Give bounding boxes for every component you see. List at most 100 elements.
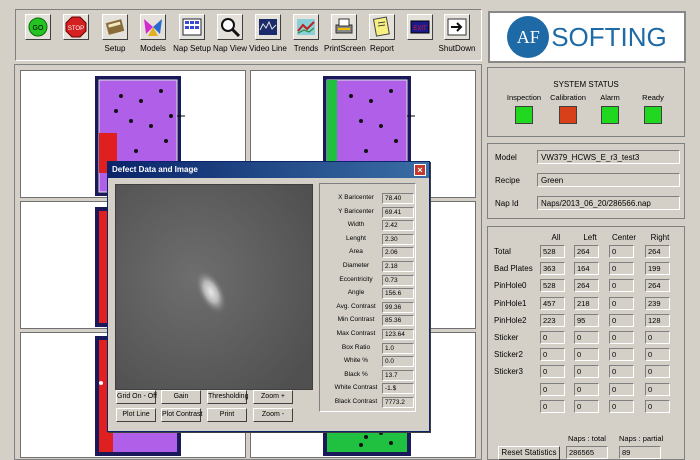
gain-button[interactable]: Gain [161,390,201,404]
column-header-left: Left [583,233,597,242]
naps-partial-field: 89 [619,446,661,459]
stats-row-label: Bad Plates [494,264,533,274]
stats-cell: 0 [574,331,599,344]
stats-cell: 0 [645,348,670,362]
measurement-value: 0.73 [382,274,414,286]
stats-cell: 0 [609,279,634,293]
grid-toggle-button[interactable]: Grid On - Off [116,390,157,404]
models-button[interactable]: Models [133,14,173,53]
stats-cell: 0 [540,365,565,379]
video-line-icon [255,14,281,40]
naps-total-label: Naps : total [568,434,606,443]
report-button[interactable]: Report [362,14,402,53]
video-line-button[interactable]: Video Line [248,14,288,53]
go-button[interactable]: GO [18,14,58,40]
svg-text:EXIT: EXIT [413,26,427,32]
dialog-title: Defect Data and Image [108,162,429,178]
stats-cell: 0 [609,262,634,276]
stats-cell: 457 [540,296,565,310]
nap-setup-label: Nap Setup [173,44,211,53]
recipe-field: Green [537,173,680,187]
measurement-label: Area [349,248,363,256]
measurement-value: 69.41 [382,206,414,218]
zoom-out-button[interactable]: Zoom - [253,408,293,422]
system-status-panel: SYSTEM STATUS Inspection Calibration Ala… [487,67,685,137]
shutdown-button[interactable]: ShutDown [437,14,477,53]
stats-cell: 223 [540,313,565,327]
stop-button[interactable]: STOP [56,14,96,40]
svg-text:GO: GO [33,25,44,32]
measurement-label: Black Contrast [334,398,378,405]
measurement-label: Box Ratio [341,343,371,351]
measurement-label: Lenght [346,234,366,242]
trends-label: Trends [293,44,319,53]
naps-total-field: 286565 [566,446,608,459]
print-button[interactable]: Print [207,408,247,422]
measurement-value: 0.0 [382,356,414,368]
stats-cell: 0 [540,348,565,362]
measurement-label: Eccentricity [339,275,373,283]
thresholding-button[interactable]: Thresholding [207,390,248,404]
stats-cell: 0 [609,348,634,362]
alarm-indicator [601,106,619,124]
plot-contrast-button[interactable]: Plot Contrast [161,408,202,422]
printscreen-button[interactable]: PrintScreen [324,14,366,53]
stats-cell: 0 [540,399,565,413]
measurement-value: 2.42 [382,220,414,232]
report-label: Report [369,44,394,53]
nap-view-label: Nap View [212,44,248,53]
logo-word: SOFTING [551,21,667,52]
measurement-value: 7773.2 [382,397,414,408]
stats-cell: 0 [609,245,634,258]
shutdown-label: ShutDown [438,44,476,53]
setup-button[interactable]: Setup [95,14,135,53]
inspection-indicator [515,106,533,124]
measurement-value: 85.36 [382,315,414,327]
stats-cell: 0 [609,313,634,327]
exit-button[interactable]: EXIT [400,14,440,40]
stats-row-label: Sticker2 [494,350,523,360]
plot-line-button[interactable]: Plot Line [116,408,156,422]
stats-cell: 0 [574,348,599,362]
stats-cell: 199 [645,262,670,276]
zoom-in-button[interactable]: Zoom + [253,390,293,404]
stats-cell: 264 [645,245,670,258]
stats-cell: 0 [609,296,634,310]
stats-cell: 0 [609,399,634,413]
measurement-label: X Baricenter [338,194,374,201]
measurement-label: Width [347,221,365,229]
napid-label: Nap Id [495,199,519,208]
measurement-label: Diameter [342,262,370,269]
stats-cell: 0 [645,331,670,344]
measurement-label: White Contrast [334,384,378,392]
ready-indicator [644,106,662,124]
models-label: Models [140,44,166,53]
napid-field: Naps/2013_06_20/286566.nap [537,196,680,210]
reset-statistics-button[interactable]: Reset Statistics [498,446,560,460]
measurement-value: 2.18 [382,261,414,272]
printscreen-icon [331,14,357,40]
stats-cell: 0 [645,399,670,413]
stats-row-label: Sticker [494,333,519,342]
nap-setup-button[interactable]: Nap Setup [172,14,212,53]
nap-setup-icon [179,14,205,40]
measurement-value: 123.64 [382,329,414,340]
inspection-label: Inspection [506,93,542,102]
stats-cell: 164 [574,262,599,276]
ready-label: Ready [642,93,664,102]
stats-row-label: PinHole0 [494,281,527,291]
measurement-value: -1.$ [382,383,414,395]
nap-view-button[interactable]: Nap View [210,14,250,53]
stats-cell: 0 [540,382,565,396]
stats-cell: 0 [574,365,599,379]
go-icon: GO [25,14,51,40]
measurement-value: 156.6 [382,288,414,300]
stats-row-label: Total [494,247,511,256]
column-header-center: Center [611,233,636,242]
close-icon[interactable]: × [414,164,426,176]
measurement-value: 1.0 [382,342,414,354]
video-line-label: Video Line [249,44,287,53]
measurement-label: Avg. Contrast [336,302,376,310]
trends-button[interactable]: Trends [286,14,326,53]
measurement-label: Min Contrast [337,316,375,324]
